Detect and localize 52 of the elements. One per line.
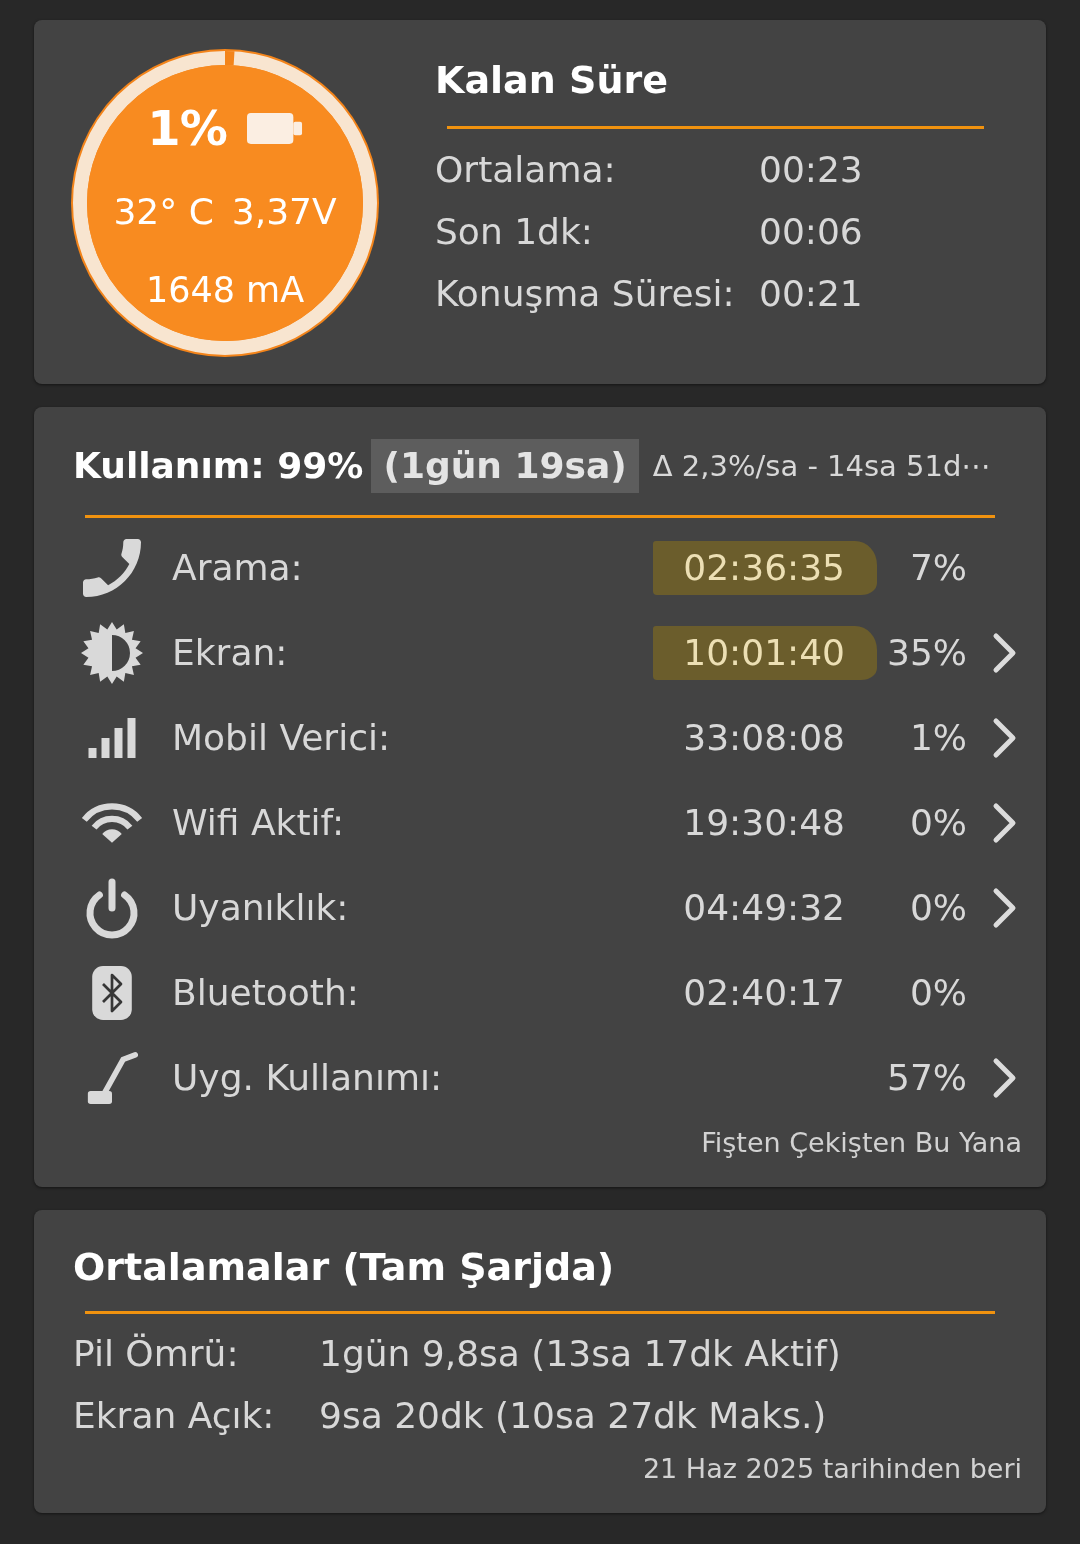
stat-label: Son 1dk: xyxy=(435,210,594,254)
usage-label: Arama: xyxy=(171,545,303,590)
percent-value: 0% xyxy=(909,800,967,845)
percent-value: 0% xyxy=(909,885,967,930)
bluetooth-icon xyxy=(92,965,132,1020)
usage-rate: Δ 2,3%/sa - 14sa 51d⋯ xyxy=(652,448,991,485)
stat-label: Konuşma Süresi: xyxy=(435,272,736,316)
stat-value: 9sa 20dk (10sa 27dk Maks.) xyxy=(319,1394,828,1438)
usage-label: Wifi Aktif: xyxy=(171,800,345,845)
averages-footer: 21 Haz 2025 tarihinden beri xyxy=(73,1453,1022,1485)
percent-value: 57% xyxy=(887,1055,967,1100)
percent-value: 7% xyxy=(909,545,967,590)
section-title: Kalan Süre xyxy=(435,58,669,102)
percent-value: 35% xyxy=(887,630,967,675)
stat-label: Pil Ömrü: xyxy=(73,1332,240,1376)
battery-current: 1648 mA xyxy=(145,269,305,312)
phone-icon xyxy=(83,538,141,597)
battery-voltage: 3,37V xyxy=(231,190,337,234)
time-value: 04:49:32 xyxy=(683,885,845,930)
usage-label: Mobil Verici: xyxy=(171,715,391,760)
stat-label: Ortalama: xyxy=(435,148,617,192)
chevron-icon[interactable] xyxy=(991,801,1017,844)
chevron-icon[interactable] xyxy=(991,886,1017,929)
stat-value: 1gün 9,8sa (13sa 17dk Aktif) xyxy=(319,1332,842,1376)
time-value: 33:08:08 xyxy=(683,715,845,760)
chevron-icon[interactable] xyxy=(991,1056,1017,1099)
brightness-icon xyxy=(81,621,143,684)
usage-label: Bluetooth: xyxy=(171,970,359,1015)
time-value: 19:30:48 xyxy=(683,800,845,845)
signal-bars-icon xyxy=(88,717,136,758)
usage-label: Uyanıklık: xyxy=(171,885,349,930)
stat-label: Ekran Açık: xyxy=(73,1394,276,1438)
chevron-icon[interactable] xyxy=(991,631,1017,674)
percent-value: 1% xyxy=(909,715,967,760)
usage-footer: Fişten Çekişten Bu Yana xyxy=(73,1127,1022,1159)
lever-icon xyxy=(86,1049,138,1106)
chevron-icon[interactable] xyxy=(991,716,1017,759)
section-title: Ortalamalar (Tam Şarjda) xyxy=(73,1245,616,1289)
stat-value: 00:23 xyxy=(759,148,864,192)
battery-percent: 1% xyxy=(147,100,227,156)
stat-value: 00:06 xyxy=(759,210,864,254)
usage-estimate: (1gün 19sa) xyxy=(371,439,639,493)
percent-value: 0% xyxy=(909,970,967,1015)
usage-title: Kullanım: 99% xyxy=(73,444,364,488)
battery-temperature: 32° C xyxy=(113,190,214,234)
usage-label: Ekran: xyxy=(171,630,288,675)
highlighted-time-value: 02:36:35 xyxy=(653,540,877,595)
wifi-icon xyxy=(81,800,143,845)
time-value: 02:40:17 xyxy=(683,970,845,1015)
usage-label: Uyg. Kullanımı: xyxy=(171,1055,443,1100)
highlighted-time-value: 10:01:40 xyxy=(653,625,877,680)
stat-value: 00:21 xyxy=(759,272,864,316)
